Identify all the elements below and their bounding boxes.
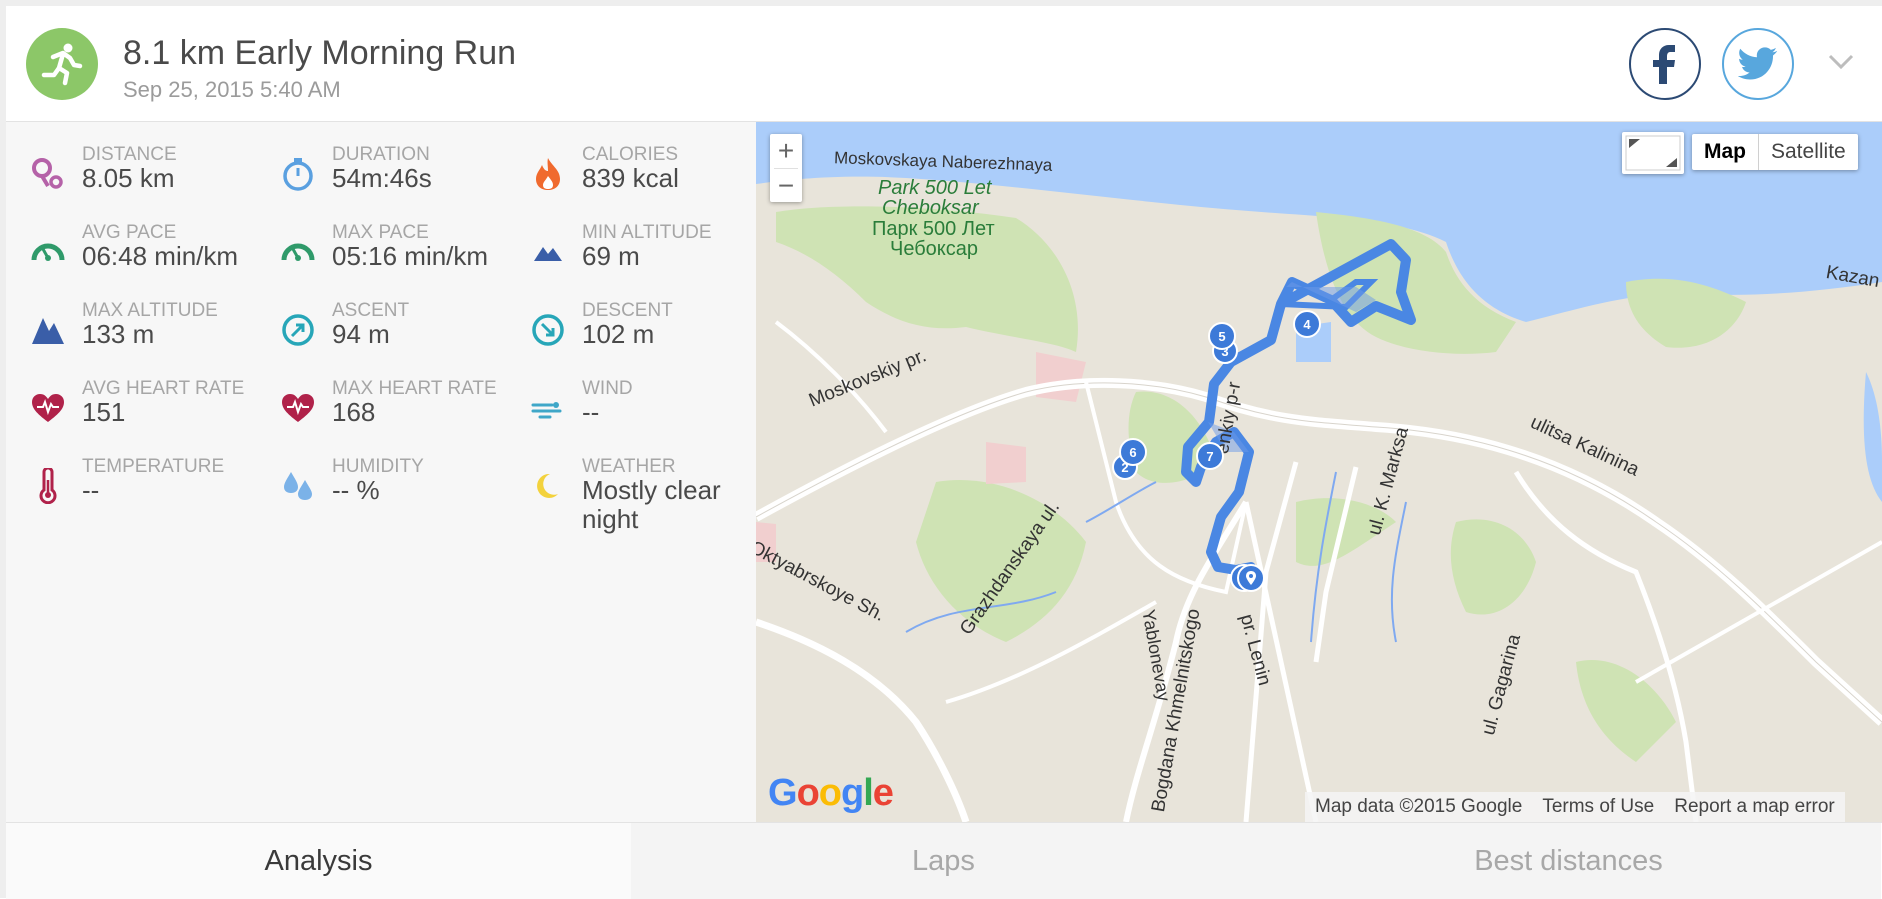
stat-label: TEMPERATURE <box>82 456 225 477</box>
stat-value: 133 m <box>82 319 155 349</box>
running-person-icon <box>26 28 98 100</box>
zoom-control: + − <box>770 134 802 202</box>
tab-laps[interactable]: Laps <box>631 823 1256 899</box>
heart-rate-icon <box>278 388 318 428</box>
stat-value: 54m:46s <box>332 163 432 193</box>
stat-value: -- % <box>332 475 380 505</box>
twitter-share-button[interactable] <box>1722 28 1794 100</box>
stat-value: 168 <box>332 397 376 427</box>
stats-panel: DISTANCE 8.05 km DURATION 54m:46s CALORI… <box>6 122 756 822</box>
map-type-control: Map Satellite <box>1692 134 1858 170</box>
route-map[interactable]: Moskovskaya Naberezhnaya Park 500 Let Ch… <box>756 122 1882 822</box>
workout-header: 8.1 km Early Morning Run Sep 25, 2015 5:… <box>6 6 1882 122</box>
stat-value: 94 m <box>332 319 390 349</box>
wind-icon <box>528 388 568 428</box>
thermometer-icon <box>28 466 68 506</box>
map-type-satellite[interactable]: Satellite <box>1759 134 1858 170</box>
map-type-map[interactable]: Map <box>1692 134 1759 170</box>
facebook-share-button[interactable] <box>1629 28 1701 100</box>
ascent-arrow-icon <box>278 310 318 350</box>
water-drops-icon <box>278 466 318 506</box>
map-label: Cheboksar <box>882 197 979 219</box>
report-map-error-link[interactable]: Report a map error <box>1664 796 1845 818</box>
route-marker[interactable]: 7 <box>1196 442 1224 470</box>
chevron-down-icon[interactable] <box>1828 54 1854 75</box>
tab-analysis[interactable]: Analysis <box>6 823 631 899</box>
fullscreen-icon <box>1625 135 1681 171</box>
descent-arrow-icon <box>528 310 568 350</box>
speedometer-icon <box>278 232 318 272</box>
workout-card: 8.1 km Early Morning Run Sep 25, 2015 5:… <box>0 0 1882 899</box>
stat-value: 839 kcal <box>582 163 679 193</box>
zoom-in-button[interactable]: + <box>770 134 802 168</box>
heart-rate-icon <box>28 388 68 428</box>
route-marker[interactable]: 6 <box>1119 438 1147 466</box>
route-marker[interactable]: 5 <box>1208 322 1236 350</box>
stat-value: 69 m <box>582 241 640 271</box>
route-marker[interactable]: 4 <box>1293 310 1321 338</box>
stat-value: 06:48 min/km <box>82 241 239 271</box>
facebook-icon <box>1653 45 1675 84</box>
finish-marker[interactable] <box>1237 564 1265 592</box>
map-attribution: Map data ©2015 Google Terms of Use Repor… <box>1305 792 1845 822</box>
stat-value: Mostly clear night <box>582 475 721 534</box>
distance-pin-icon <box>28 154 68 194</box>
workout-title: 8.1 km Early Morning Run <box>123 34 517 72</box>
moon-icon <box>528 466 568 506</box>
location-pin-icon <box>1246 571 1256 585</box>
tab-best-distances[interactable]: Best distances <box>1256 823 1881 899</box>
stat-value: 102 m <box>582 319 655 349</box>
map-label: Чебоксар <box>890 238 979 260</box>
mountain-high-icon <box>28 310 68 350</box>
flame-icon <box>528 154 568 194</box>
zoom-out-button[interactable]: − <box>770 169 802 203</box>
stat-value: 151 <box>82 397 126 427</box>
workout-date: Sep 25, 2015 5:40 AM <box>123 77 341 102</box>
terms-of-use-link[interactable]: Terms of Use <box>1532 796 1664 818</box>
google-logo[interactable]: Google <box>768 772 894 815</box>
map-data-credit: Map data ©2015 Google <box>1315 796 1523 817</box>
mountain-low-icon <box>528 232 568 272</box>
stopwatch-icon <box>278 154 318 194</box>
stat-value: 8.05 km <box>82 163 175 193</box>
speedometer-icon <box>28 232 68 272</box>
stat-value: 05:16 min/km <box>332 241 489 271</box>
stat-value: -- <box>82 475 100 505</box>
twitter-icon <box>1738 47 1778 80</box>
stat-value: -- <box>582 397 600 427</box>
bottom-tabs: Analysis Laps Best distances <box>6 822 1882 899</box>
fullscreen-button[interactable] <box>1622 132 1684 174</box>
